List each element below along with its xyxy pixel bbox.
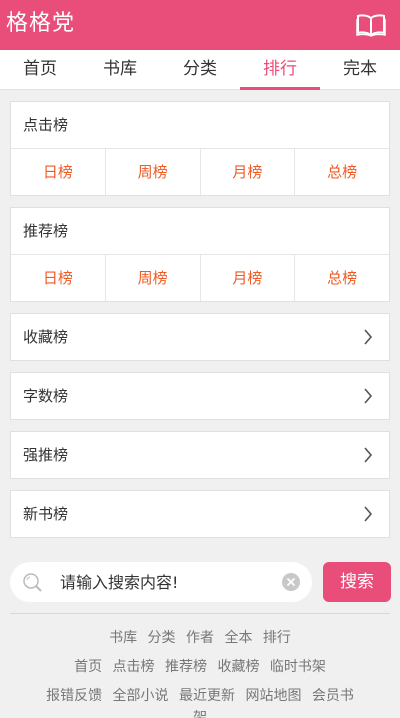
recommend-rank-periods: 日榜 周榜 月榜 总榜: [11, 255, 389, 301]
footer-row-2: 首页 点击榜 推荐榜 收藏榜 临时书架: [0, 656, 400, 676]
tab-home[interactable]: 首页: [0, 50, 80, 89]
favorites-rank-link[interactable]: 收藏榜: [10, 313, 390, 361]
recommend-rank-daily[interactable]: 日榜: [11, 255, 105, 301]
footer-link-home[interactable]: 首页: [74, 659, 102, 675]
strong-recommend-rank-label: 强推榜: [23, 446, 69, 464]
strong-recommend-rank-link[interactable]: 强推榜: [10, 431, 390, 479]
chevron-right-icon: [364, 388, 373, 404]
footer-link-member-shelf[interactable]: 会员书: [312, 688, 354, 704]
click-rank-weekly[interactable]: 周榜: [104, 149, 200, 195]
footer-divider: [10, 613, 390, 614]
wordcount-rank-link[interactable]: 字数榜: [10, 372, 390, 420]
clear-icon[interactable]: [282, 573, 300, 591]
search-button[interactable]: 搜索: [323, 562, 391, 602]
favorites-rank-label: 收藏榜: [23, 328, 69, 346]
footer-link-sitemap[interactable]: 网站地图: [245, 688, 301, 704]
new-book-rank-label: 新书榜: [23, 505, 69, 523]
recommend-rank-title: 推荐榜: [11, 208, 389, 255]
search-input[interactable]: [60, 568, 280, 596]
tab-category[interactable]: 分类: [160, 50, 240, 89]
tab-completed[interactable]: 完本: [320, 50, 400, 89]
search-box: [10, 562, 312, 602]
footer-link-favorites-rank[interactable]: 收藏榜: [217, 659, 259, 675]
recommend-rank-total[interactable]: 总榜: [294, 255, 389, 301]
footer-row-1: 书库 分类 作者 全本 排行: [0, 627, 400, 647]
footer-row-4: 架: [0, 710, 400, 718]
recommend-rank-monthly[interactable]: 月榜: [199, 255, 295, 301]
footer-link-complete[interactable]: 全本: [224, 630, 252, 646]
chevron-right-icon: [364, 447, 373, 463]
wordcount-rank-label: 字数榜: [23, 387, 69, 405]
footer-link-recommend-rank[interactable]: 推荐榜: [165, 659, 207, 675]
tab-ranking[interactable]: 排行: [240, 50, 320, 90]
click-rank-daily[interactable]: 日榜: [11, 149, 105, 195]
recommend-rank-weekly[interactable]: 周榜: [104, 255, 200, 301]
footer-link-library[interactable]: 书库: [109, 630, 137, 646]
footer-link-latest-updates[interactable]: 最近更新: [179, 688, 235, 704]
click-rank-card: 点击榜 日榜 周榜 月榜 总榜: [10, 101, 390, 196]
footer-link-all-novels[interactable]: 全部小说: [113, 688, 169, 704]
click-rank-monthly[interactable]: 月榜: [199, 149, 295, 195]
click-rank-title: 点击榜: [11, 102, 389, 149]
footer-link-member-shelf-wrap[interactable]: 架: [193, 710, 207, 718]
chevron-right-icon: [364, 506, 373, 522]
recommend-rank-card: 推荐榜 日榜 周榜 月榜 总榜: [10, 207, 390, 302]
main-nav: 首页 书库 分类 排行 完本: [0, 50, 400, 90]
footer-link-temp-shelf[interactable]: 临时书架: [270, 659, 326, 675]
new-book-rank-link[interactable]: 新书榜: [10, 490, 390, 538]
footer-link-click-rank[interactable]: 点击榜: [113, 659, 155, 675]
footer-link-report[interactable]: 报错反馈: [46, 688, 102, 704]
footer-link-author[interactable]: 作者: [186, 630, 214, 646]
footer-link-ranking[interactable]: 排行: [263, 630, 291, 646]
open-book-icon[interactable]: [356, 13, 386, 37]
click-rank-periods: 日榜 周榜 月榜 总榜: [11, 149, 389, 195]
chevron-right-icon: [364, 329, 373, 345]
search-icon: [23, 573, 42, 592]
tab-library[interactable]: 书库: [80, 50, 160, 89]
site-title[interactable]: 格格党: [6, 9, 75, 39]
app-header: 格格党: [0, 0, 400, 50]
footer-link-category[interactable]: 分类: [148, 630, 176, 646]
click-rank-total[interactable]: 总榜: [294, 149, 389, 195]
footer-row-3: 报错反馈 全部小说 最近更新 网站地图 会员书: [0, 685, 400, 705]
